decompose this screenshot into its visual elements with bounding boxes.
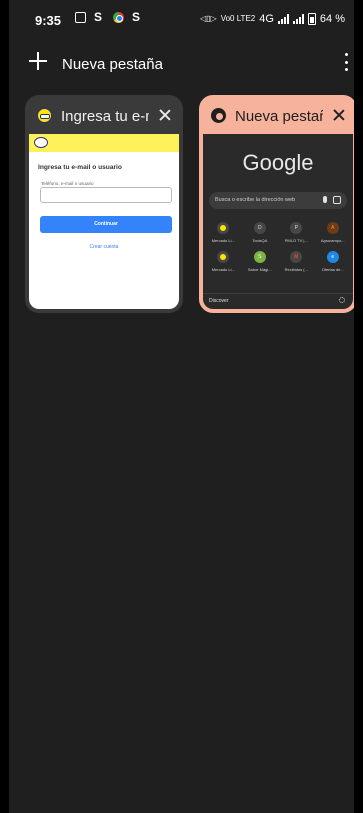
shortcut-grid: Mercado Li... D ToolsQA P PMLO TV |... A Ag…	[205, 222, 351, 272]
tab-switcher-screen: 9:35 S S ◁▯▷ Vo0 LTE2 4G 64 % Nueva pest…	[9, 0, 354, 813]
mercadolibre-icon	[37, 108, 52, 123]
battery-icon	[307, 13, 316, 25]
mercadolibre-header	[29, 134, 179, 152]
sabor-icon: S	[253, 251, 266, 263]
signal-icon-2	[292, 14, 304, 24]
shortcut-tile: A Agrocampo...	[315, 222, 352, 243]
gear-icon	[339, 297, 345, 303]
login-field-label: Teléfono, e-mail o usuario	[41, 181, 94, 186]
create-account-link: Crear cuenta	[89, 244, 119, 250]
s-app-notification-icon: S	[94, 10, 103, 24]
tab-thumbnail: Google Busca o escribe la dirección web …	[203, 134, 353, 309]
status-bar: 9:35 S S ◁▯▷ Vo0 LTE2 4G 64 %	[9, 0, 354, 40]
mercadolibre-icon	[217, 251, 230, 263]
divider	[203, 293, 353, 294]
network-type: 4G	[259, 13, 274, 25]
s-app-notification-icon-2: S	[132, 10, 141, 24]
volte-label: Vo0 LTE2	[220, 14, 256, 23]
toolsqa-icon: D	[253, 222, 266, 234]
ofertas-icon: e	[326, 251, 339, 263]
tab-card-header: Ingresa tu e-mail o usuario	[27, 97, 181, 133]
login-heading: Ingresa tu e-mail o usuario	[38, 164, 122, 171]
status-time: 9:35	[35, 13, 62, 28]
shortcut-tile: e Ofertas de...	[315, 251, 352, 272]
message-notification-icon	[75, 12, 86, 23]
close-icon[interactable]	[157, 107, 173, 123]
notification-icons: S S	[75, 10, 143, 24]
chrome-icon	[211, 108, 226, 123]
search-placeholder: Busca o escribe la dirección web	[215, 197, 296, 203]
tab-card-header: Nueva pestaña	[201, 97, 354, 133]
login-field	[40, 187, 172, 203]
shortcut-tile: D ToolsQA	[242, 222, 279, 243]
plus-icon[interactable]	[27, 50, 49, 72]
tab-thumbnail: Ingresa tu e-mail o usuario Teléfono, e-…	[29, 134, 179, 309]
more-vert-icon[interactable]	[343, 53, 349, 71]
mercadolibre-icon	[217, 222, 230, 234]
shortcut-tile: M Recibidos (...	[278, 251, 315, 272]
new-tab-label[interactable]: Nueva pestaña	[62, 56, 163, 73]
mercadolibre-logo-icon	[34, 137, 48, 148]
gmail-icon: M	[290, 251, 303, 263]
mic-icon	[323, 196, 327, 203]
continue-button: Continuar	[40, 216, 172, 233]
chrome-notification-icon	[113, 12, 124, 23]
shortcut-tile: Mercado Li...	[205, 222, 242, 243]
shortcut-tile: P PMLO TV |...	[278, 222, 315, 243]
system-icons: ◁▯▷ Vo0 LTE2 4G 64 %	[200, 13, 345, 25]
signal-icon-1	[277, 14, 289, 24]
discover-label: Discover	[209, 298, 229, 304]
agrocampo-icon: A	[326, 222, 339, 234]
battery-percent: 64 %	[319, 13, 345, 25]
shortcut-tile: Mercado Li...	[205, 251, 242, 272]
tab-card-mercadolibre[interactable]: Ingresa tu e-mail o usuario Ingresa tu e…	[25, 95, 183, 313]
google-logo: Google	[242, 150, 314, 175]
lens-icon	[333, 196, 341, 204]
tab-card-new-tab[interactable]: Nueva pestaña Google Busca o escribe la …	[199, 95, 354, 313]
tab-switcher-toolbar: Nueva pestaña	[9, 44, 354, 84]
vibrate-icon: ◁▯▷	[199, 14, 217, 23]
shortcut-tile: S Sabor Mági...	[242, 251, 279, 272]
tab-title: Ingresa tu e-mail o usuario	[61, 108, 149, 125]
pmlo-icon: P	[290, 222, 303, 234]
search-bar: Busca o escribe la dirección web	[209, 192, 347, 209]
close-icon[interactable]	[331, 107, 347, 123]
tab-title: Nueva pestaña	[235, 108, 323, 125]
